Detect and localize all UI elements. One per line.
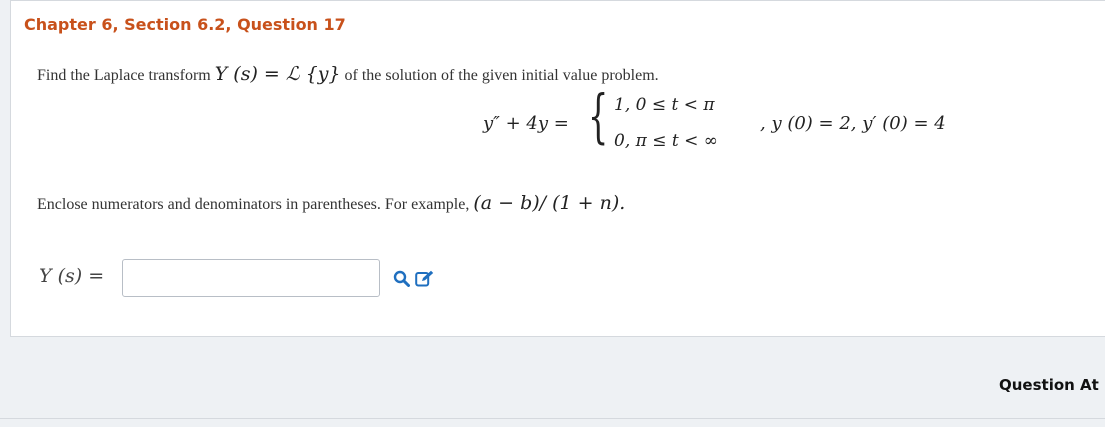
chapter-title: Chapter 6, Section 6.2, Question 17 bbox=[24, 15, 346, 34]
question-attempts-label: Question At bbox=[999, 376, 1099, 394]
instructions-text: Enclose numerators and denominators in p… bbox=[37, 196, 474, 213]
prompt-math: Y (s) = ℒ {y} bbox=[214, 63, 341, 85]
footer-divider bbox=[0, 418, 1105, 419]
edit-icon[interactable] bbox=[415, 270, 434, 287]
instructions: Enclose numerators and denominators in p… bbox=[37, 192, 625, 214]
ode-left-side: y″ + 4y = bbox=[483, 113, 569, 134]
answer-label: Y (s) = bbox=[39, 265, 105, 287]
piecewise-brace: { bbox=[588, 82, 609, 150]
search-icon[interactable] bbox=[393, 270, 410, 287]
instructions-example: (a − b)/ (1 + n). bbox=[473, 192, 626, 214]
piecewise-case-1: 1, 0 ≤ t < π bbox=[614, 95, 715, 115]
question-prompt: Find the Laplace transform Y (s) = ℒ {y}… bbox=[37, 63, 659, 85]
piecewise-case-2: 0, π ≤ t < ∞ bbox=[614, 131, 718, 151]
prompt-text: Find the Laplace transform bbox=[37, 67, 215, 84]
initial-conditions: , y (0) = 2, y′ (0) = 4 bbox=[760, 113, 946, 134]
answer-tools bbox=[393, 270, 434, 287]
answer-input[interactable] bbox=[122, 259, 380, 297]
question-card: Chapter 6, Section 6.2, Question 17 Find… bbox=[10, 0, 1105, 337]
prompt-tail: of the solution of the given initial val… bbox=[340, 67, 659, 84]
